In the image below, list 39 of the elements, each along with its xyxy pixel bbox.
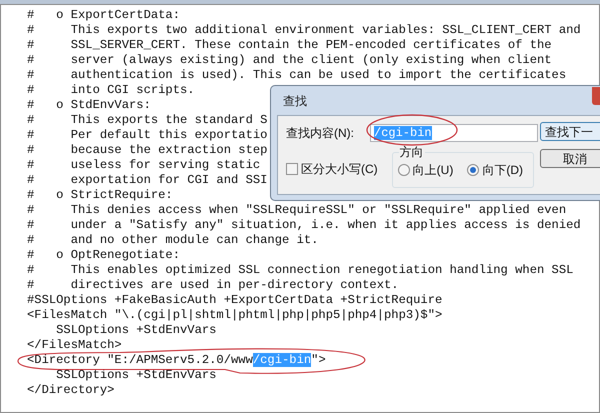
code-line: # This denies access when "SSLRequireSSL" or "SSLRequire" applied even	[27, 203, 566, 217]
radio-label: 向下(D)	[482, 162, 524, 179]
selected-text: /cgi-bin	[252, 353, 312, 367]
code-line: # o ExportCertData:	[27, 8, 180, 22]
find-next-button[interactable]: 查找下一	[540, 122, 600, 141]
code-line: # Per default this exportatio	[27, 128, 268, 142]
radio-label: 向上(U)	[412, 162, 454, 179]
code-line: # o StrictRequire:	[27, 188, 173, 202]
code-line: </Directory>	[27, 383, 114, 397]
code-line: SSLOptions +StdEnvVars	[55, 323, 216, 337]
radio-button[interactable]	[467, 164, 480, 176]
code-line: # This enables optimized SSL connection renegotiation handling when SSL	[27, 263, 574, 277]
code-line: # server (always existing) and the client (only existing when client	[27, 53, 552, 67]
dialog-title: 查找	[283, 92, 307, 110]
find-label: 查找内容(N):	[286, 125, 355, 142]
cancel-button[interactable]: 取消	[540, 149, 600, 168]
match-case-checkbox[interactable]	[286, 163, 298, 175]
find-value: /cgi-bin	[374, 126, 432, 140]
code-line: # useless for serving static	[27, 158, 260, 172]
code-line: # and no other module can change it.	[27, 233, 318, 247]
code-line: <FilesMatch "\.(cgi|pl|shtml|phtml|php|php5|php4|php3)$">	[27, 308, 442, 322]
code-line: ">	[311, 353, 326, 367]
code-line: # directives are used in per-directory context.	[27, 278, 399, 292]
code-line: # exportation for CGI and SSI	[27, 173, 268, 187]
code-line: # under a "Satisfy any" situation, i.e. when it applies access is denied	[27, 218, 581, 232]
code-line: <Directory "E:/APMServ5.2.0/www	[27, 353, 253, 367]
code-line: SSLOptions +StdEnvVars	[55, 368, 216, 382]
code-line: # o OptRenegotiate:	[27, 248, 180, 262]
code-line: # SSL_SERVER_CERT. These contain the PEM-encoded certificates of the	[27, 38, 552, 52]
code-line: # authentication is used). This can be used to import the certificates	[27, 68, 566, 82]
code-line: # This exports two additional environment variables: SSL_CLIENT_CERT and	[27, 23, 581, 37]
radio-button[interactable]	[398, 164, 410, 176]
code-line: </FilesMatch>	[27, 338, 122, 352]
code-line: # into CGI scripts.	[27, 83, 195, 97]
code-line: #SSLOptions +FakeBasicAuth +ExportCertData +StrictRequire	[27, 293, 442, 307]
match-case-label: 区分大小写(C)	[301, 161, 378, 178]
code-line: # This exports the standard S	[27, 113, 268, 127]
code-line: # o StdEnvVars:	[27, 98, 151, 112]
code-line: # because the extraction step	[27, 143, 268, 157]
